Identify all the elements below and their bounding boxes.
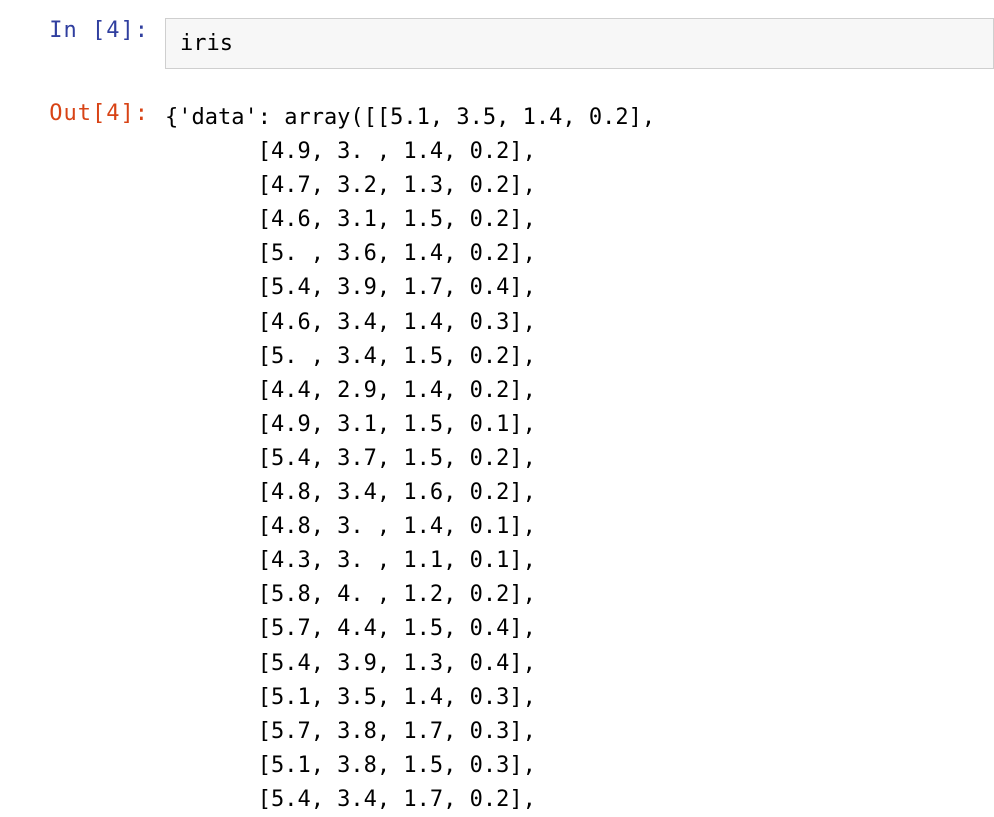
input-prompt: In [4]: [0,18,165,43]
output-prompt: Out[4]: [0,101,165,126]
output-text: {'data': array([[5.1, 3.5, 1.4, 0.2], [4… [165,101,994,817]
input-cell: In [4]: iris [0,0,994,69]
code-input[interactable]: iris [165,18,994,69]
code-text: iris [180,31,233,56]
output-cell: Out[4]: {'data': array([[5.1, 3.5, 1.4, … [0,83,994,817]
